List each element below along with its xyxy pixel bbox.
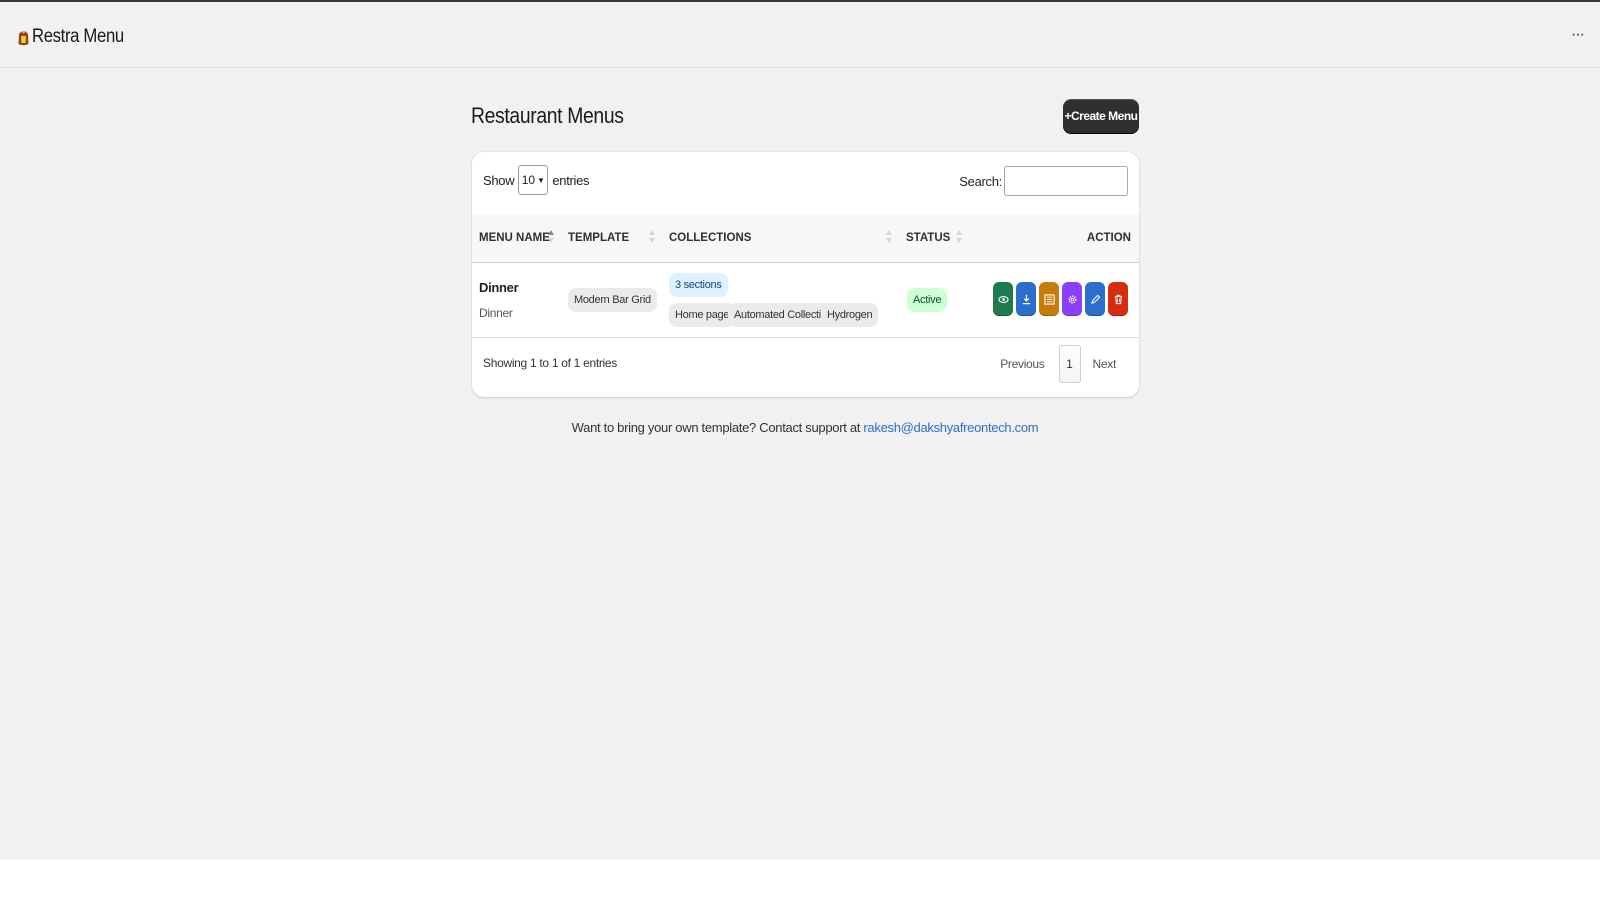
column-header-template[interactable]: TEMPLATE xyxy=(568,214,629,262)
show-label: Show xyxy=(483,172,515,188)
qr-code-button[interactable] xyxy=(1039,282,1059,316)
trash-icon xyxy=(1114,294,1122,304)
support-message: Want to bring your own template? Contact… xyxy=(0,420,1600,435)
entries-select[interactable]: 10 ▼ xyxy=(518,165,549,195)
collection-tag: Home page xyxy=(669,303,736,327)
entries-length-control: Show 10 ▼ entries xyxy=(483,164,590,196)
sections-badge: 3 sections xyxy=(669,273,728,297)
chevron-down-icon: ▼ xyxy=(537,175,545,185)
table-header: MENU NAME TEMPLATE COLLECTIONS STATUS AC… xyxy=(472,214,1139,263)
download-button[interactable] xyxy=(1016,282,1036,316)
top-bar: Restra Menu ··· xyxy=(0,2,1600,68)
sort-icon[interactable] xyxy=(886,230,893,246)
row-actions xyxy=(993,282,1128,316)
column-header-collections[interactable]: COLLECTIONS xyxy=(669,214,751,262)
more-options-icon[interactable]: ··· xyxy=(1571,26,1585,44)
table-row: Dinner Dinner Modern Bar Grid 3 sections… xyxy=(472,263,1139,338)
gear-icon xyxy=(1068,295,1076,303)
edit-button[interactable] xyxy=(1085,282,1105,316)
page-1-button[interactable]: 1 xyxy=(1058,345,1081,383)
pagination: Previous 1 Next xyxy=(1000,344,1128,384)
entries-info: Showing 1 to 1 of 1 entries xyxy=(483,356,617,370)
support-text: Want to bring your own template? Contact… xyxy=(571,420,864,435)
collection-tag: Hydrogen xyxy=(821,303,879,327)
entries-select-value: 10 xyxy=(521,173,536,187)
pencil-icon xyxy=(1090,294,1100,304)
download-icon xyxy=(1022,294,1030,304)
search-input[interactable] xyxy=(1004,166,1128,196)
page-title: Restaurant Menus xyxy=(471,103,624,128)
column-header-status[interactable]: STATUS xyxy=(906,214,950,262)
support-email-link[interactable]: rakesh@dakshyafreontech.com xyxy=(863,420,1038,435)
status-badge: Active xyxy=(907,288,948,312)
sort-icon[interactable] xyxy=(649,230,656,246)
view-button[interactable] xyxy=(993,282,1013,316)
entries-label: entries xyxy=(552,172,590,188)
menu-subtitle: Dinner xyxy=(479,306,513,320)
settings-button[interactable] xyxy=(1062,282,1082,316)
restaurant-logo-icon xyxy=(18,30,29,46)
next-page-button[interactable]: Next xyxy=(1093,357,1117,371)
delete-button[interactable] xyxy=(1108,282,1128,316)
sort-icon[interactable] xyxy=(956,230,963,246)
app-title: Restra Menu xyxy=(32,26,124,47)
template-badge: Modern Bar Grid xyxy=(568,288,657,312)
app-frame: Restra Menu ··· Restaurant Menus +Create… xyxy=(0,0,1600,860)
previous-page-button[interactable]: Previous xyxy=(1000,357,1045,371)
search-control: Search: xyxy=(959,166,1128,196)
column-header-action: ACTION xyxy=(1086,232,1131,244)
search-label: Search: xyxy=(959,173,1002,189)
eye-icon xyxy=(997,295,1009,303)
create-menu-button[interactable]: +Create Menu xyxy=(1063,99,1139,133)
sort-ascending-icon[interactable] xyxy=(548,230,555,246)
menu-name: Dinner xyxy=(479,280,519,295)
menus-table-card: Show 10 ▼ entries Search: MENU NAME TEMP… xyxy=(472,152,1139,397)
qr-code-icon xyxy=(1043,293,1055,305)
column-header-menu-name[interactable]: MENU NAME xyxy=(479,214,550,262)
table-footer: Showing 1 to 1 of 1 entries Previous 1 N… xyxy=(483,344,1128,384)
